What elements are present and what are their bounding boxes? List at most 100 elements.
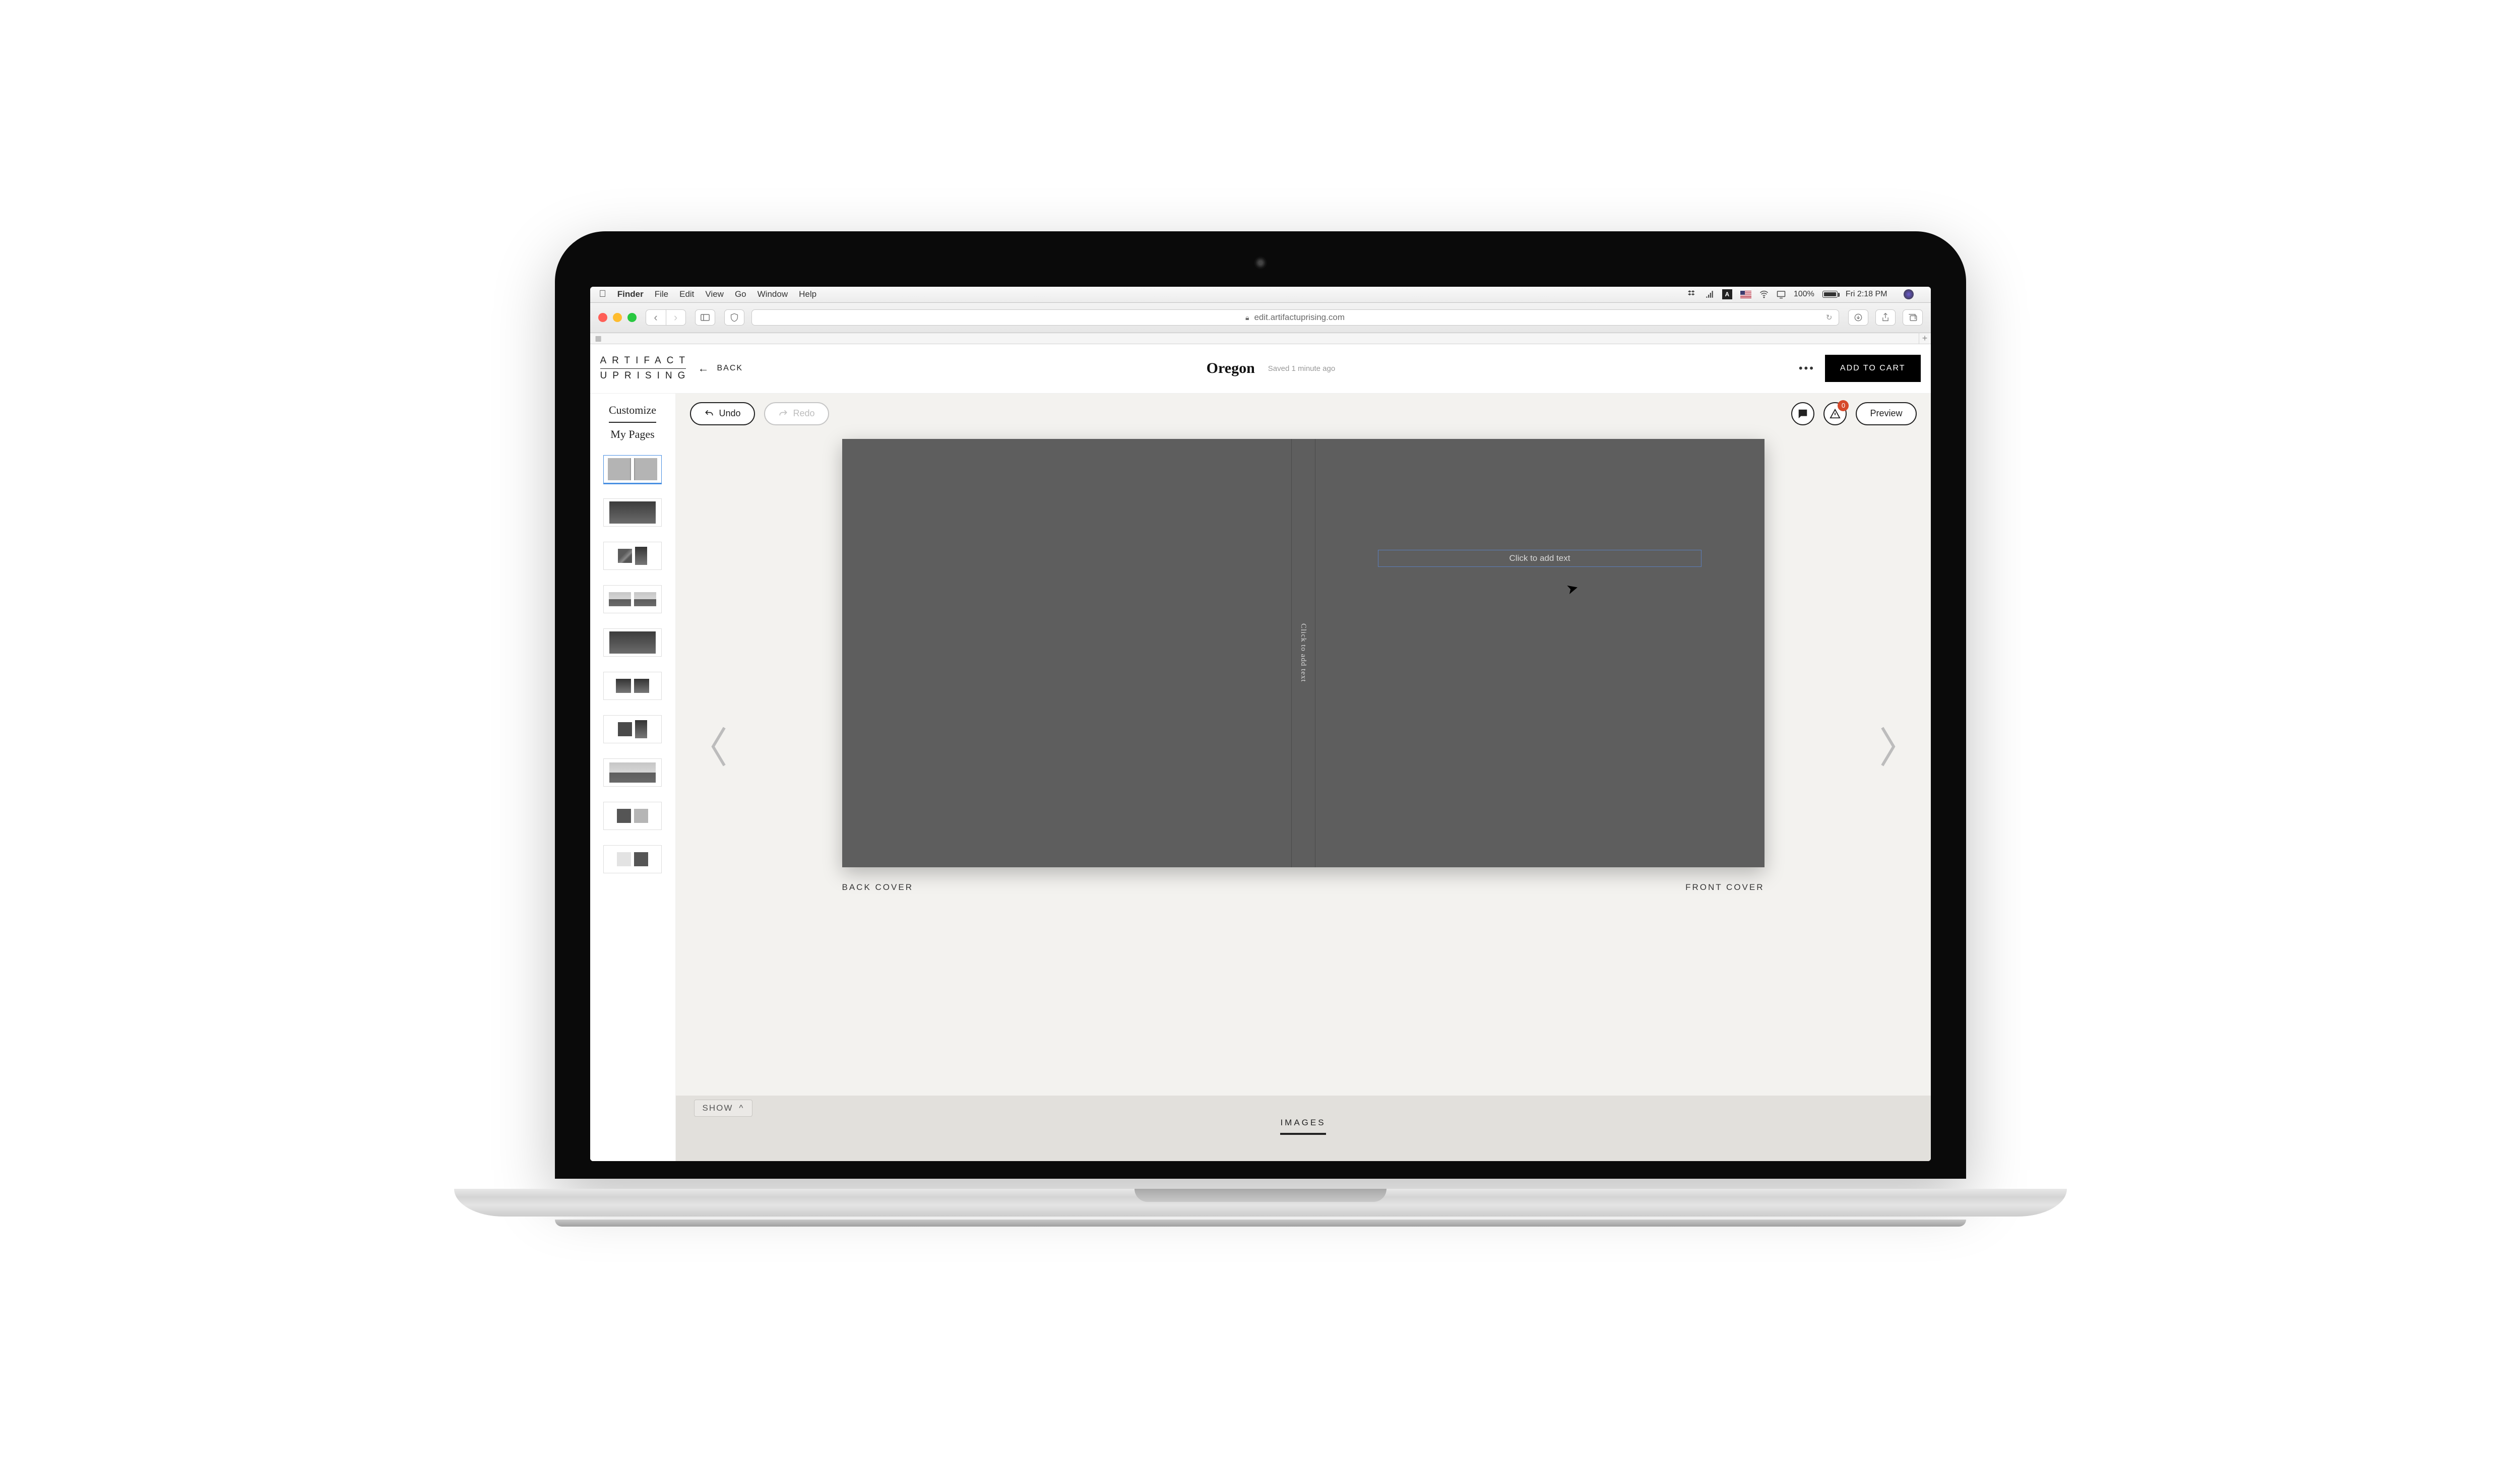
- menubar-clock[interactable]: Fri 2:18 PM: [1846, 290, 1887, 299]
- images-drawer: SHOW ^ IMAGES: [676, 1096, 1931, 1161]
- drawer-tabs: IMAGES: [676, 1096, 1931, 1161]
- thumbnail-spread-1[interactable]: [603, 498, 662, 527]
- brand-logo[interactable]: ARTIFACT UPRISING: [600, 355, 686, 382]
- page-thumbnails: [603, 455, 662, 873]
- back-label: BACK: [717, 364, 743, 373]
- toolbar-right: [1848, 309, 1923, 326]
- preview-button[interactable]: Preview: [1856, 402, 1916, 425]
- header-right: ••• ADD TO CART: [1799, 355, 1921, 382]
- privacy-shield-button[interactable]: [724, 309, 744, 326]
- thumbnail-cover[interactable]: [603, 455, 662, 483]
- cover-labels: BACK COVER FRONT COVER: [842, 882, 1765, 892]
- favorites-bar: ▦ +: [590, 333, 1931, 344]
- cover-title-field[interactable]: Click to add text: [1378, 550, 1702, 567]
- thumbnail-spread-5[interactable]: [603, 672, 662, 700]
- favorites-grid-icon[interactable]: ▦: [595, 334, 602, 343]
- close-window-button[interactable]: [598, 313, 607, 322]
- back-cover-label: BACK COVER: [842, 882, 913, 892]
- laptop-mockup:  Finder File Edit View Go Window Help A…: [530, 231, 1991, 1239]
- safari-toolbar: ‹ › 🔒︎ edit.artifactuprising.com ↻: [590, 303, 1931, 333]
- thumbnail-spread-4[interactable]: [603, 628, 662, 657]
- sidebar-tab-customize[interactable]: Customize: [609, 399, 656, 423]
- menu-view[interactable]: View: [705, 289, 724, 299]
- apple-menu-icon[interactable]: : [599, 289, 606, 300]
- menu-go[interactable]: Go: [735, 289, 746, 299]
- downloads-button[interactable]: [1848, 309, 1868, 326]
- show-drawer-button[interactable]: SHOW ^: [694, 1100, 753, 1117]
- back-cover[interactable]: [842, 439, 1291, 867]
- images-tab[interactable]: IMAGES: [1280, 1118, 1326, 1135]
- brand-line1: ARTIFACT: [600, 355, 686, 369]
- project-title[interactable]: Oregon: [1207, 360, 1255, 377]
- maximize-window-button[interactable]: [627, 313, 637, 322]
- battery-icon[interactable]: [1822, 291, 1838, 298]
- app-icon[interactable]: A: [1722, 289, 1732, 299]
- warnings-button[interactable]: 0: [1823, 402, 1847, 425]
- comments-button[interactable]: [1791, 402, 1814, 425]
- mouse-cursor-icon: ➤: [1565, 579, 1581, 598]
- add-to-cart-button[interactable]: ADD TO CART: [1825, 355, 1921, 382]
- sidebar-toggle-button[interactable]: [695, 309, 715, 326]
- wifi-icon[interactable]: [1759, 290, 1769, 299]
- sidebar-tab-mypages[interactable]: My Pages: [610, 423, 654, 446]
- flag-icon[interactable]: [1740, 291, 1751, 298]
- macos-menubar:  Finder File Edit View Go Window Help A…: [590, 287, 1931, 303]
- redo-button[interactable]: Redo: [764, 402, 829, 425]
- address-bar-group: 🔒︎ edit.artifactuprising.com ↻: [724, 309, 1839, 326]
- nav-buttons: ‹ ›: [646, 309, 686, 326]
- redo-icon: [778, 409, 788, 419]
- menu-finder[interactable]: Finder: [617, 289, 644, 299]
- save-status: Saved 1 minute ago: [1268, 364, 1335, 373]
- undo-label: Undo: [719, 408, 741, 419]
- share-button[interactable]: [1875, 309, 1896, 326]
- spine-text-field[interactable]: Click to add text: [1299, 623, 1307, 682]
- arrow-left-icon: ←: [698, 362, 710, 375]
- thumbnail-spread-9[interactable]: [603, 845, 662, 873]
- preview-label: Preview: [1870, 408, 1902, 419]
- menu-file[interactable]: File: [655, 289, 668, 299]
- traffic-lights: [598, 313, 637, 322]
- thumbnail-spread-2[interactable]: [603, 542, 662, 570]
- menu-help[interactable]: Help: [799, 289, 816, 299]
- thumbnail-spread-3[interactable]: [603, 585, 662, 613]
- tabs-button[interactable]: [1903, 309, 1923, 326]
- reload-icon[interactable]: ↻: [1826, 313, 1833, 322]
- cover-title-placeholder: Click to add text: [1509, 553, 1570, 563]
- chevron-up-icon: ^: [739, 1103, 744, 1113]
- menu-edit[interactable]: Edit: [679, 289, 694, 299]
- dropbox-icon[interactable]: [1688, 290, 1697, 299]
- signal-icon[interactable]: [1705, 290, 1714, 299]
- back-link[interactable]: ← BACK: [698, 362, 743, 375]
- front-cover[interactable]: Click to add text ➤: [1315, 439, 1765, 867]
- battery-percent: 100%: [1794, 290, 1814, 299]
- nav-back-button[interactable]: ‹: [646, 309, 666, 326]
- new-tab-button[interactable]: +: [1919, 333, 1931, 344]
- undo-button[interactable]: Undo: [690, 402, 755, 425]
- url-text: edit.artifactuprising.com: [1254, 312, 1345, 323]
- thumbnail-spread-6[interactable]: [603, 715, 662, 743]
- minimize-window-button[interactable]: [613, 313, 622, 322]
- next-page-button[interactable]: [1875, 724, 1901, 779]
- app-header: ARTIFACT UPRISING ← BACK Oregon Saved 1 …: [590, 344, 1931, 394]
- nav-forward-button[interactable]: ›: [666, 309, 686, 326]
- menu-window[interactable]: Window: [758, 289, 788, 299]
- screen:  Finder File Edit View Go Window Help A…: [590, 287, 1931, 1161]
- front-cover-label: FRONT COVER: [1685, 882, 1764, 892]
- more-menu-button[interactable]: •••: [1799, 362, 1815, 375]
- editor-toolbar: Undo Redo 0: [676, 394, 1931, 434]
- sidebar: Customize My Pages: [590, 394, 676, 1161]
- display-icon[interactable]: [1777, 290, 1786, 299]
- undo-icon: [704, 409, 714, 419]
- spine[interactable]: Click to add text: [1291, 439, 1315, 867]
- cover-spread: Click to add text Click to add text ➤: [842, 439, 1765, 867]
- prev-page-button[interactable]: [706, 724, 731, 779]
- thumbnail-spread-8[interactable]: [603, 802, 662, 830]
- comment-icon: [1797, 408, 1808, 419]
- app-body: Customize My Pages: [590, 394, 1931, 1161]
- address-bar[interactable]: 🔒︎ edit.artifactuprising.com ↻: [751, 309, 1839, 326]
- laptop-base: [454, 1189, 2067, 1239]
- thumbnail-spread-7[interactable]: [603, 758, 662, 787]
- siri-icon[interactable]: [1904, 289, 1914, 299]
- main-panel: Undo Redo 0: [676, 394, 1931, 1161]
- spread-wrapper: Click to add text Click to add text ➤: [842, 439, 1765, 892]
